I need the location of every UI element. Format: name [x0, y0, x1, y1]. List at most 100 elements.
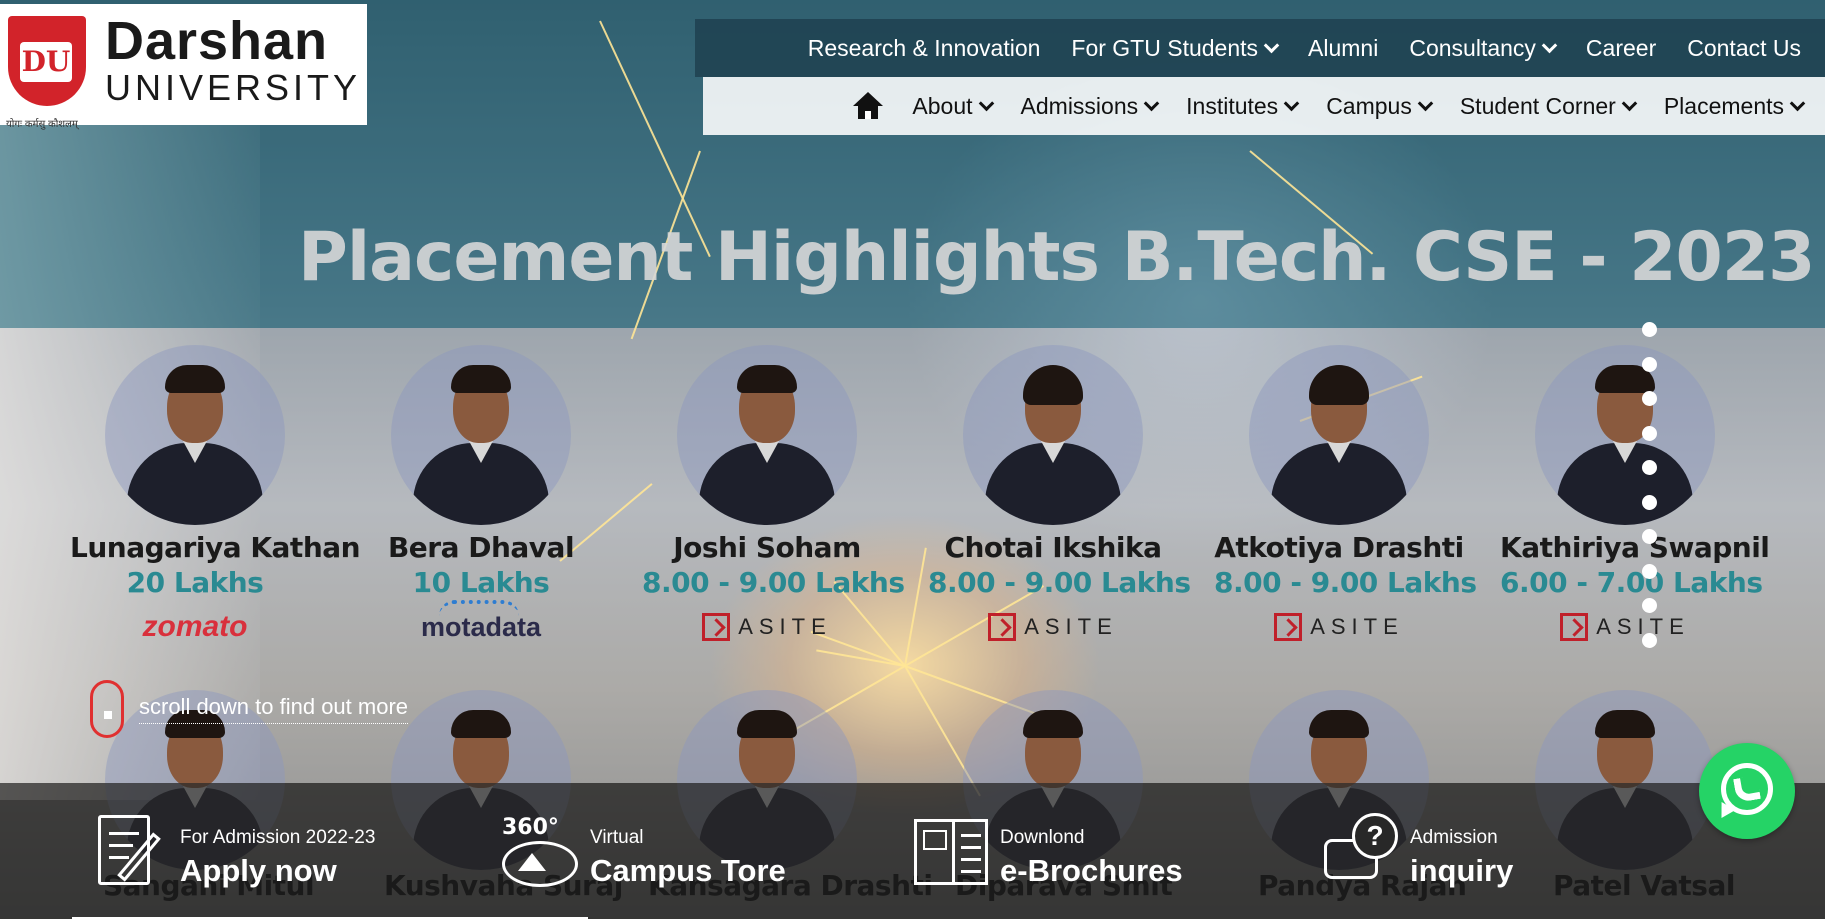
- student-photo: [677, 345, 857, 525]
- student-name: Lunagariya Kathan: [70, 531, 361, 564]
- student-photo: [1249, 345, 1429, 525]
- nav-label: Consultancy: [1409, 34, 1536, 61]
- e-brochures-link[interactable]: Downlond e-Brochures: [910, 811, 1183, 891]
- virtual-tour-360-icon: 360°: [500, 811, 580, 891]
- asite-logo-text: ASITE: [1310, 614, 1404, 639]
- scroll-hint[interactable]: scroll down to find out more: [90, 680, 409, 738]
- slider-dot[interactable]: [1642, 391, 1657, 406]
- slider-dot[interactable]: [1642, 632, 1657, 648]
- student-name: Bera Dhaval: [387, 531, 575, 564]
- nav-label: Admissions: [1020, 92, 1139, 119]
- slider-dot[interactable]: [1642, 356, 1657, 372]
- inquiry-chat-icon: ?: [1320, 811, 1400, 891]
- logo-mark-text: DU: [20, 42, 72, 82]
- slider-dot[interactable]: [1642, 529, 1657, 544]
- nav-contact-us[interactable]: Contact Us: [1687, 35, 1801, 62]
- nav-alumni[interactable]: Alumni: [1308, 35, 1378, 62]
- student-package: 20 Lakhs: [126, 566, 264, 599]
- admission-inquiry-link[interactable]: ? Admission inquiry: [1320, 811, 1513, 891]
- nav-label: Campus: [1326, 92, 1412, 119]
- virtual-tour-link[interactable]: 360° Virtual Campus Tore: [500, 811, 786, 891]
- main-navigation: About Admissions Institutes Campus Stude…: [703, 77, 1825, 135]
- scroll-hint-text[interactable]: scroll down to find out more: [139, 694, 409, 724]
- slider-dot[interactable]: [1642, 425, 1657, 441]
- student-card: Joshi Soham 8.00 - 9.00 Lakhs ASITE: [642, 345, 905, 645]
- nav-gtu-students[interactable]: For GTU Students: [1071, 34, 1280, 62]
- chevron-down-icon: [978, 95, 994, 111]
- nav-label: Contact Us: [1687, 34, 1801, 61]
- asite-logo-text: ASITE: [1024, 614, 1118, 639]
- nav-label: Career: [1585, 34, 1657, 61]
- student-package: 8.00 - 9.00 Lakhs: [928, 566, 1191, 599]
- student-card: Atkotiya Drashti 8.00 - 9.00 Lakhs ASITE: [1214, 345, 1477, 645]
- slider-dot[interactable]: [1642, 598, 1657, 613]
- asite-logo-icon: [702, 613, 731, 641]
- nav-admissions[interactable]: Admissions: [1020, 92, 1160, 120]
- student-card: Chotai Ikshika 8.00 - 9.00 Lakhs ASITE: [928, 345, 1191, 645]
- company-logo: zomato: [70, 609, 320, 645]
- whatsapp-chat-button[interactable]: [1699, 743, 1795, 839]
- student-card: Lunagariya Kathan 20 Lakhs zomato: [70, 345, 361, 645]
- application-form-icon: [90, 811, 170, 891]
- cta-caption: For Admission 2022-23: [180, 827, 376, 848]
- nav-label: Institutes: [1186, 92, 1279, 119]
- student-name: Patel Vatsal: [1553, 869, 1735, 902]
- company-logo: ASITE: [1214, 609, 1464, 645]
- student-name: Chotai Ikshika: [944, 531, 1162, 564]
- chevron-down-icon: [1621, 95, 1638, 111]
- company-logo: ASITE: [928, 609, 1178, 645]
- apply-now-link[interactable]: For Admission 2022-23 Apply now: [90, 811, 375, 891]
- nav-career[interactable]: Career: [1586, 35, 1656, 62]
- nav-placements[interactable]: Placements: [1664, 93, 1806, 120]
- slider-dot[interactable]: [1642, 494, 1657, 510]
- university-logo[interactable]: DU योगः कर्मसु कौशलम् Darshan UNIVERSITY: [0, 4, 367, 130]
- placement-highlights-title: Placement Highlights B.Tech. CSE - 2023: [298, 218, 1815, 297]
- cta-caption: Downlond: [1000, 827, 1085, 848]
- home-icon: [853, 92, 884, 120]
- logo-line1: Darshan: [104, 11, 329, 71]
- student-card: Bera Dhaval 10 Lakhs motadata: [356, 345, 606, 645]
- slider-dot[interactable]: [1642, 322, 1657, 337]
- zomato-logo: zomato: [142, 610, 248, 643]
- chevron-down-icon: [1789, 95, 1806, 111]
- nav-campus[interactable]: Campus: [1326, 92, 1434, 120]
- chevron-down-icon: [1263, 37, 1280, 53]
- student-package: 8.00 - 9.00 Lakhs: [1214, 566, 1477, 599]
- student-name: Atkotiya Drashti: [1214, 531, 1464, 564]
- student-photo: [391, 345, 571, 525]
- student-photo: [105, 345, 285, 525]
- nav-label: For GTU Students: [1071, 34, 1259, 61]
- cta-title: Apply now: [180, 853, 337, 888]
- chevron-down-icon: [1417, 95, 1434, 111]
- student-photo: [963, 345, 1143, 525]
- nav-label: Student Corner: [1459, 92, 1616, 119]
- cta-title: e-Brochures: [1000, 853, 1183, 888]
- student-photo: [1535, 345, 1715, 525]
- nav-label: Alumni: [1308, 34, 1379, 61]
- chevron-down-icon: [1143, 95, 1160, 111]
- nav-about[interactable]: About: [912, 93, 994, 120]
- top-navigation: Research & Innovation For GTU Students A…: [695, 19, 1825, 77]
- nav-research-innovation[interactable]: Research & Innovation: [808, 35, 1041, 62]
- student-card: Kathiriya Swapnil 6.00 - 7.00 Lakhs ASIT…: [1500, 345, 1770, 645]
- nav-student-corner[interactable]: Student Corner: [1459, 92, 1638, 120]
- logo-motto: योगः कर्मसु कौशलम्: [6, 119, 78, 130]
- cta-caption: Admission: [1410, 827, 1498, 848]
- student-package: 6.00 - 7.00 Lakhs: [1500, 566, 1763, 599]
- chevron-down-icon: [1283, 95, 1300, 111]
- logo-emblem-icon: DU योगः कर्मसु कौशलम्: [6, 12, 86, 130]
- nav-home[interactable]: [853, 92, 884, 120]
- cta-title: inquiry: [1410, 853, 1514, 888]
- slider-dot[interactable]: [1642, 563, 1657, 579]
- company-logo: ASITE: [1500, 609, 1750, 645]
- asite-logo-icon: [988, 613, 1017, 641]
- nav-institutes[interactable]: Institutes: [1186, 92, 1300, 120]
- cta-title: Campus Tore: [590, 853, 786, 888]
- nav-label: Research & Innovation: [807, 34, 1041, 61]
- nav-consultancy[interactable]: Consultancy: [1409, 34, 1558, 62]
- brochure-icon: [910, 811, 990, 891]
- asite-logo-icon: [1274, 613, 1303, 641]
- slider-dot[interactable]: [1642, 460, 1657, 475]
- motadata-logo: motadata: [420, 599, 542, 642]
- chevron-down-icon: [1541, 37, 1558, 53]
